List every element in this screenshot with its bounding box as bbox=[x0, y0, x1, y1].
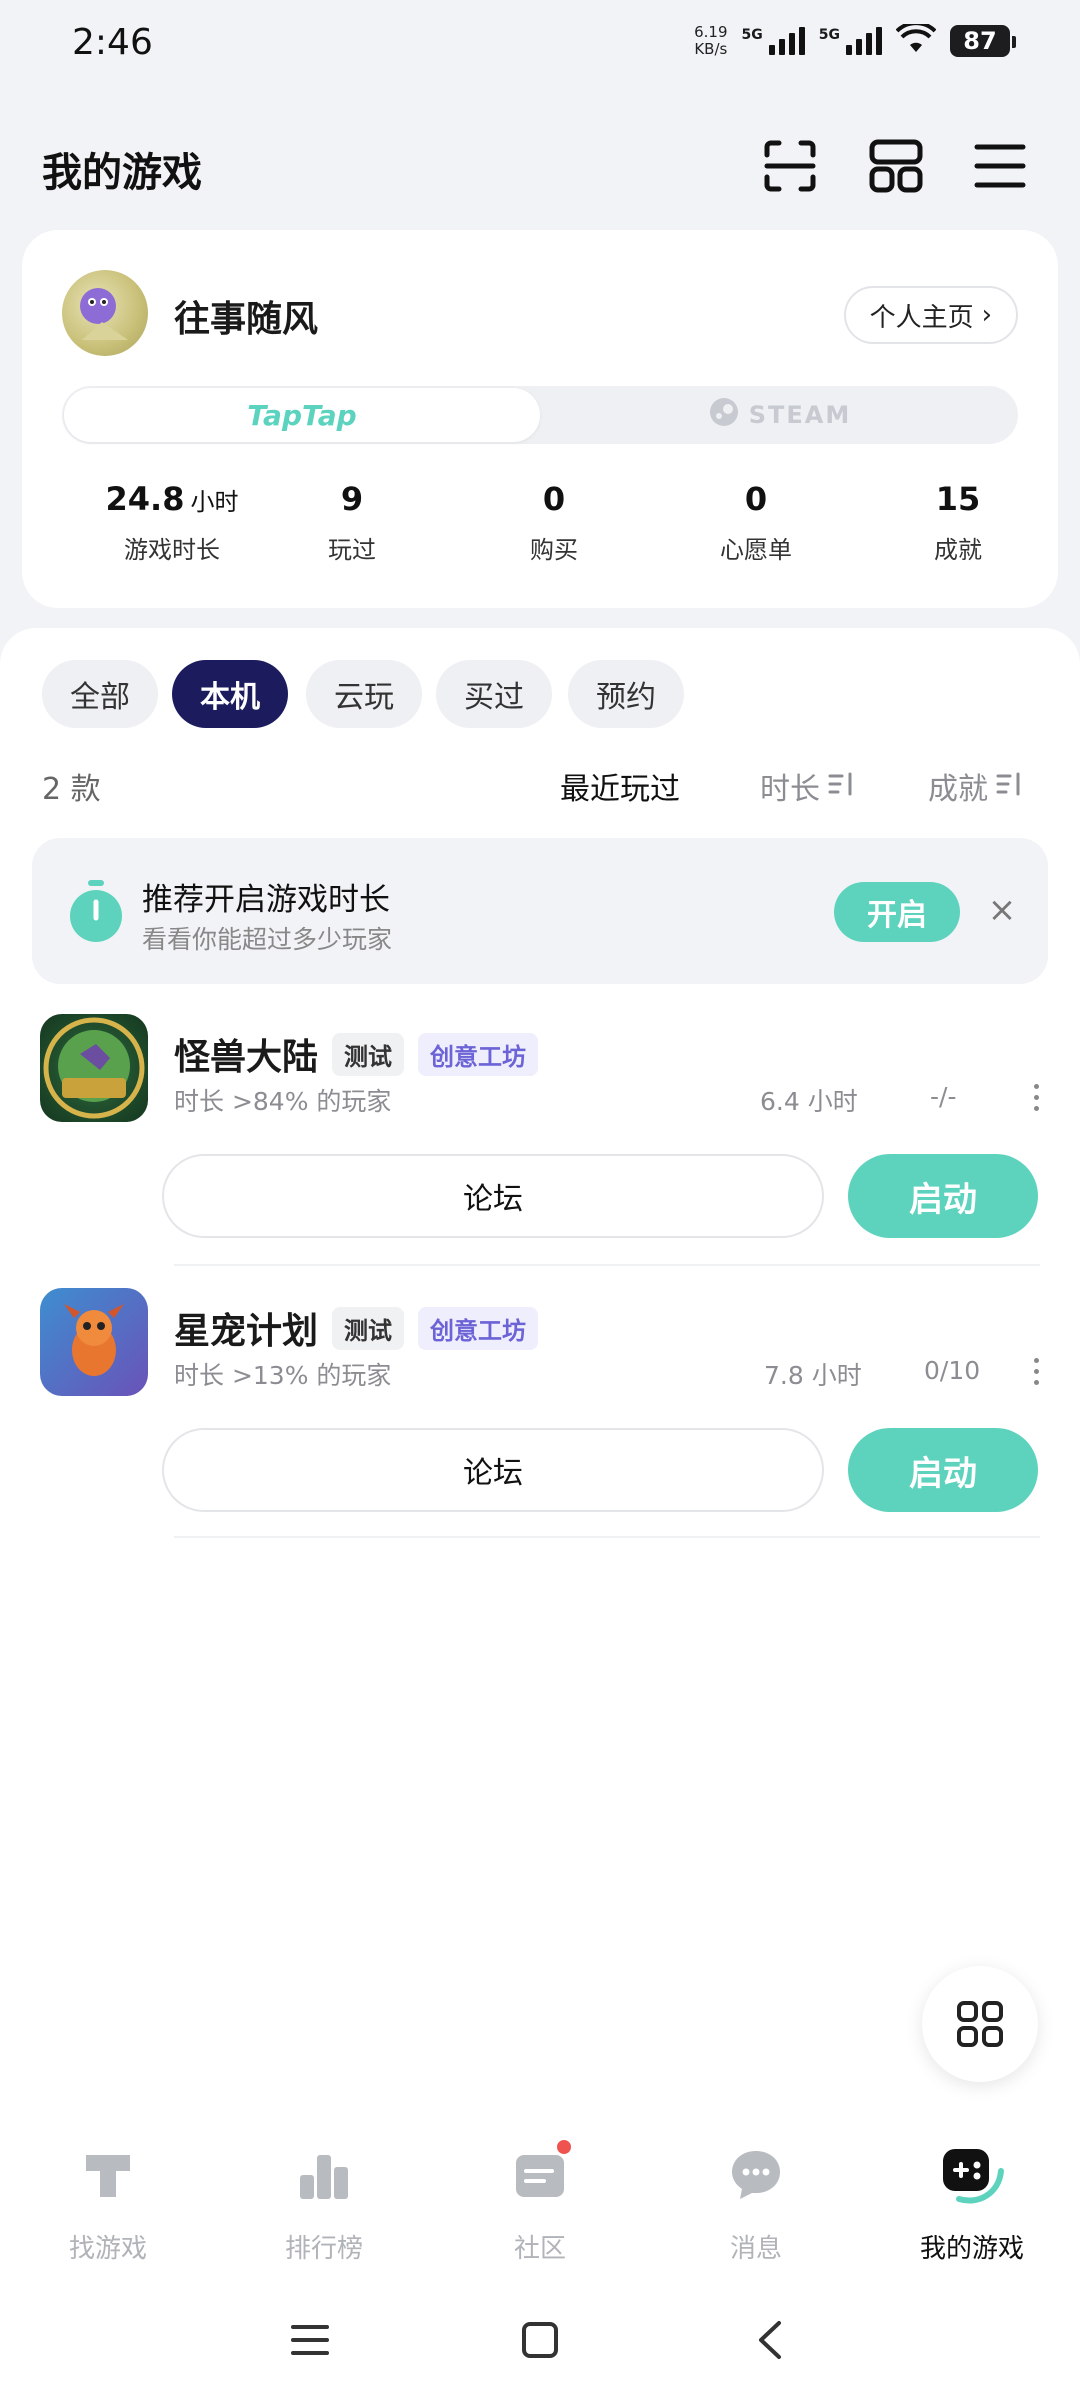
scan-icon[interactable] bbox=[760, 136, 820, 196]
game-playtime: 7.8 小时 bbox=[764, 1361, 862, 1390]
steam-icon bbox=[709, 397, 739, 433]
tag-workshop[interactable]: 创意工坊 bbox=[418, 1306, 539, 1350]
system-menu-icon[interactable] bbox=[270, 2300, 350, 2380]
grid-layout-icon[interactable] bbox=[866, 136, 926, 196]
stopwatch-icon bbox=[68, 880, 124, 944]
game-achievements: -/- bbox=[930, 1082, 957, 1111]
game-name[interactable]: 星宠计划 bbox=[174, 1302, 318, 1354]
ranking-icon bbox=[289, 2140, 359, 2210]
stat-achievements[interactable]: 15 成就 bbox=[858, 480, 1058, 565]
nav-community[interactable]: 社区 bbox=[432, 2138, 648, 2265]
game-name[interactable]: 怪兽大陆 bbox=[174, 1028, 318, 1080]
signal-1-icon: 5G bbox=[742, 27, 805, 55]
status-icons: 6.19 KB/s 5G 5G 87 bbox=[694, 21, 1016, 58]
username: 往事随风 bbox=[174, 299, 319, 340]
game-icon-guaishou[interactable] bbox=[40, 1014, 148, 1122]
profile-home-button[interactable]: 个人主页 › bbox=[843, 286, 1018, 344]
nav-find-games[interactable]: 找游戏 bbox=[0, 2140, 216, 2265]
more-options-icon[interactable] bbox=[1030, 1084, 1042, 1111]
playtime-promo-banner: 推荐开启游戏时长 看看你能超过多少玩家 开启 × bbox=[32, 838, 1048, 984]
sort-recent[interactable]: 最近玩过 bbox=[560, 764, 680, 808]
filter-chip-reserved[interactable]: 预约 bbox=[568, 660, 684, 728]
tag-test: 测试 bbox=[332, 1032, 405, 1076]
message-icon bbox=[721, 2140, 791, 2210]
chevron-right-icon: › bbox=[981, 300, 992, 330]
stat-wishlist[interactable]: 0 心愿单 bbox=[656, 480, 856, 565]
nav-messages[interactable]: 消息 bbox=[648, 2140, 864, 2265]
menu-icon[interactable] bbox=[970, 136, 1030, 196]
tab-taptap[interactable]: TapTap bbox=[64, 388, 540, 442]
game-playtime: 6.4 小时 bbox=[760, 1087, 858, 1116]
stat-played[interactable]: 9 玩过 bbox=[252, 480, 452, 565]
sort-playtime[interactable]: 时长 bbox=[760, 764, 854, 808]
filter-chip-bought[interactable]: 买过 bbox=[436, 660, 552, 728]
system-home-icon[interactable] bbox=[500, 2300, 580, 2380]
taptap-t-icon bbox=[73, 2140, 143, 2210]
filter-chip-local[interactable]: 本机 bbox=[172, 660, 288, 728]
profile-card: 往事随风 个人主页 › TapTap STEAM 24.8 小时 游戏时长 9 玩… bbox=[22, 230, 1058, 608]
enable-playtime-button[interactable]: 开启 bbox=[834, 882, 960, 942]
game-subtitle: 时长 >84% 的玩家 bbox=[174, 1087, 392, 1116]
game-subtitle: 时长 >13% 的玩家 bbox=[174, 1361, 392, 1390]
gamepad-icon bbox=[937, 2140, 1007, 2210]
avatar[interactable] bbox=[62, 270, 148, 356]
game-icon-xingchong[interactable] bbox=[40, 1288, 148, 1396]
more-options-icon[interactable] bbox=[1030, 1358, 1042, 1385]
promo-subtitle: 看看你能超过多少玩家 bbox=[142, 925, 393, 954]
close-icon[interactable]: × bbox=[982, 890, 1022, 930]
tab-steam[interactable]: STEAM bbox=[542, 386, 1018, 444]
wifi-icon bbox=[895, 21, 937, 58]
forum-button[interactable]: 论坛 bbox=[162, 1428, 824, 1512]
nav-rankings[interactable]: 排行榜 bbox=[216, 2140, 432, 2265]
stat-playtime[interactable]: 24.8 小时 游戏时长 bbox=[72, 480, 272, 565]
tag-workshop[interactable]: 创意工坊 bbox=[418, 1032, 539, 1076]
sort-icon bbox=[828, 769, 854, 804]
system-back-icon[interactable] bbox=[730, 2300, 810, 2380]
notification-dot bbox=[555, 2138, 573, 2156]
battery-icon: 87 bbox=[950, 25, 1016, 57]
community-icon bbox=[505, 2138, 575, 2210]
forum-button[interactable]: 论坛 bbox=[162, 1154, 824, 1238]
stat-purchased[interactable]: 0 购买 bbox=[454, 480, 654, 565]
platform-switch: TapTap STEAM bbox=[62, 386, 1018, 444]
game-count: 2 款 bbox=[42, 772, 101, 807]
launch-button[interactable]: 启动 bbox=[848, 1428, 1038, 1512]
filter-chip-cloud[interactable]: 云玩 bbox=[306, 660, 422, 728]
game-title-row: 星宠计划 测试 创意工坊 bbox=[174, 1302, 539, 1354]
status-time: 2:46 bbox=[72, 22, 153, 63]
game-achievements: 0/10 bbox=[924, 1356, 981, 1385]
signal-2-icon: 5G bbox=[819, 27, 882, 55]
sort-icon bbox=[996, 769, 1022, 804]
divider bbox=[174, 1536, 1040, 1538]
nav-my-games[interactable]: 我的游戏 bbox=[864, 2140, 1080, 2265]
sort-achievements[interactable]: 成就 bbox=[928, 764, 1022, 808]
game-title-row: 怪兽大陆 测试 创意工坊 bbox=[174, 1028, 539, 1080]
launch-button[interactable]: 启动 bbox=[848, 1154, 1038, 1238]
net-speed: 6.19 KB/s bbox=[694, 23, 728, 58]
tag-test: 测试 bbox=[332, 1306, 405, 1350]
page-title: 我的游戏 bbox=[42, 150, 202, 196]
filter-chip-all[interactable]: 全部 bbox=[42, 660, 158, 728]
apps-grid-button[interactable] bbox=[922, 1966, 1038, 2082]
divider bbox=[174, 1264, 1040, 1266]
promo-title: 推荐开启游戏时长 bbox=[142, 882, 390, 918]
